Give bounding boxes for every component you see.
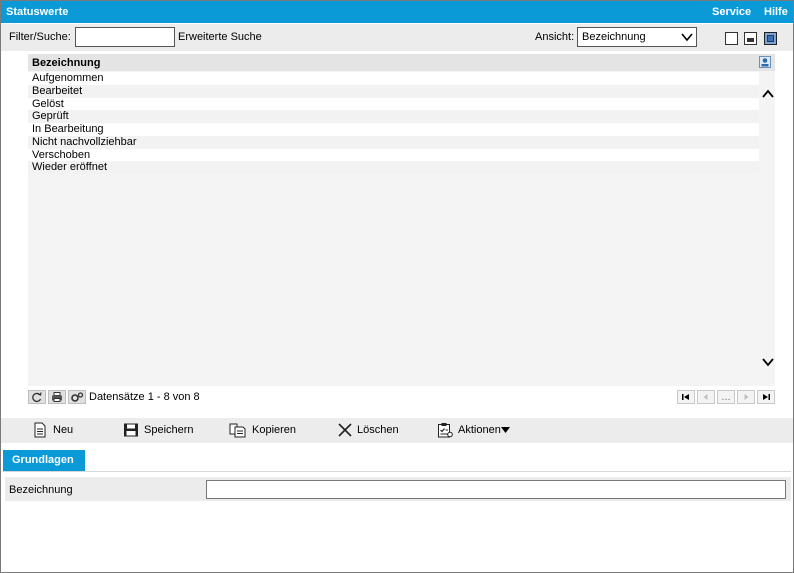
refresh-icon	[32, 392, 42, 403]
form-row-bezeichnung: Bezeichnung	[5, 477, 791, 501]
delete-x-icon	[338, 423, 352, 437]
save-button-label: Speichern	[144, 424, 194, 436]
tab-grundlagen[interactable]: Grundlagen	[3, 450, 85, 471]
print-button[interactable]	[48, 390, 66, 404]
full-pane-icon	[767, 35, 774, 42]
first-page-icon	[682, 394, 689, 400]
next-page-icon	[744, 394, 749, 400]
title-bar: Statuswerte Service Hilfe	[1, 1, 793, 23]
search-input[interactable]	[75, 27, 175, 47]
view-select[interactable]: Bezeichnung	[577, 27, 697, 47]
column-header-bezeichnung[interactable]: Bezeichnung	[32, 57, 100, 69]
last-page-icon	[763, 394, 770, 400]
menu-service[interactable]: Service	[712, 6, 751, 18]
status-grid: Bezeichnung Aufgenommen Bearbeitet Gelös…	[28, 54, 775, 386]
table-row[interactable]: In Bearbeitung	[28, 123, 759, 136]
copy-button-label: Kopieren	[252, 424, 297, 436]
actions-menu-button[interactable]: Aktionen	[437, 422, 517, 439]
next-page-button[interactable]	[737, 390, 755, 404]
gear-icon	[71, 392, 84, 402]
view-split-horizontal-button[interactable]	[744, 32, 757, 45]
table-row[interactable]: Nicht nachvollziehbar	[28, 135, 759, 149]
table-row[interactable]: Geprüft	[28, 110, 759, 123]
action-toolbar: Neu Speichern Kopieren Löschen Aktionen	[1, 418, 793, 443]
delete-button[interactable]: Löschen	[337, 422, 409, 439]
save-button[interactable]: Speichern	[123, 422, 203, 439]
copy-button[interactable]: Kopieren	[229, 422, 309, 439]
table-row[interactable]: Verschoben	[28, 148, 759, 162]
advanced-search-link[interactable]: Erweiterte Suche	[178, 31, 262, 43]
window-title: Statuswerte	[6, 6, 69, 18]
tab-divider	[3, 471, 791, 472]
grid-footer: Datensätze 1 - 8 von 8 ...	[28, 389, 775, 405]
chevron-down-icon	[681, 33, 693, 42]
menu-help[interactable]: Hilfe	[764, 6, 788, 18]
bezeichnung-label: Bezeichnung	[9, 484, 73, 496]
dropdown-arrow-icon	[501, 427, 510, 433]
filter-bar: Filter/Suche: Erweiterte Suche Ansicht: …	[1, 24, 793, 51]
view-select-value: Bezeichnung	[582, 31, 646, 43]
scroll-up-icon[interactable]	[762, 88, 774, 100]
new-button-label: Neu	[53, 424, 74, 436]
record-count: Datensätze 1 - 8 von 8	[89, 391, 200, 403]
actions-button-label: Aktionen	[458, 424, 501, 436]
delete-button-label: Löschen	[357, 424, 399, 436]
copy-icon	[229, 423, 246, 438]
first-page-button[interactable]	[677, 390, 695, 404]
settings-button[interactable]	[68, 390, 86, 404]
column-chooser-icon[interactable]	[759, 56, 771, 68]
view-single-pane-button[interactable]	[725, 32, 738, 45]
previous-page-button[interactable]	[697, 390, 715, 404]
grid-rows: Aufgenommen Bearbeitet Gelöst Geprüft In…	[28, 72, 759, 174]
view-full-pane-button[interactable]	[764, 32, 777, 45]
filter-label: Filter/Suche:	[9, 31, 71, 43]
actions-clipboard-icon	[438, 423, 453, 438]
tab-grundlagen-label: Grundlagen	[12, 454, 74, 466]
scroll-down-icon[interactable]	[762, 356, 774, 368]
grid-header: Bezeichnung	[28, 54, 775, 71]
refresh-button[interactable]	[28, 390, 46, 404]
save-disk-icon	[124, 423, 138, 437]
split-pane-icon	[747, 38, 754, 42]
new-document-icon	[34, 422, 46, 438]
page-ellipsis[interactable]: ...	[717, 390, 735, 404]
table-row[interactable]: Wieder eröffnet	[28, 161, 759, 174]
previous-page-icon	[703, 394, 708, 400]
printer-icon	[52, 392, 62, 402]
table-row[interactable]: Aufgenommen	[28, 72, 759, 85]
table-row[interactable]: Gelöst	[28, 97, 759, 111]
table-row[interactable]: Bearbeitet	[28, 84, 759, 98]
bezeichnung-field[interactable]	[206, 480, 786, 499]
new-button[interactable]: Neu	[33, 422, 93, 439]
last-page-button[interactable]	[757, 390, 775, 404]
view-label: Ansicht:	[535, 31, 575, 43]
